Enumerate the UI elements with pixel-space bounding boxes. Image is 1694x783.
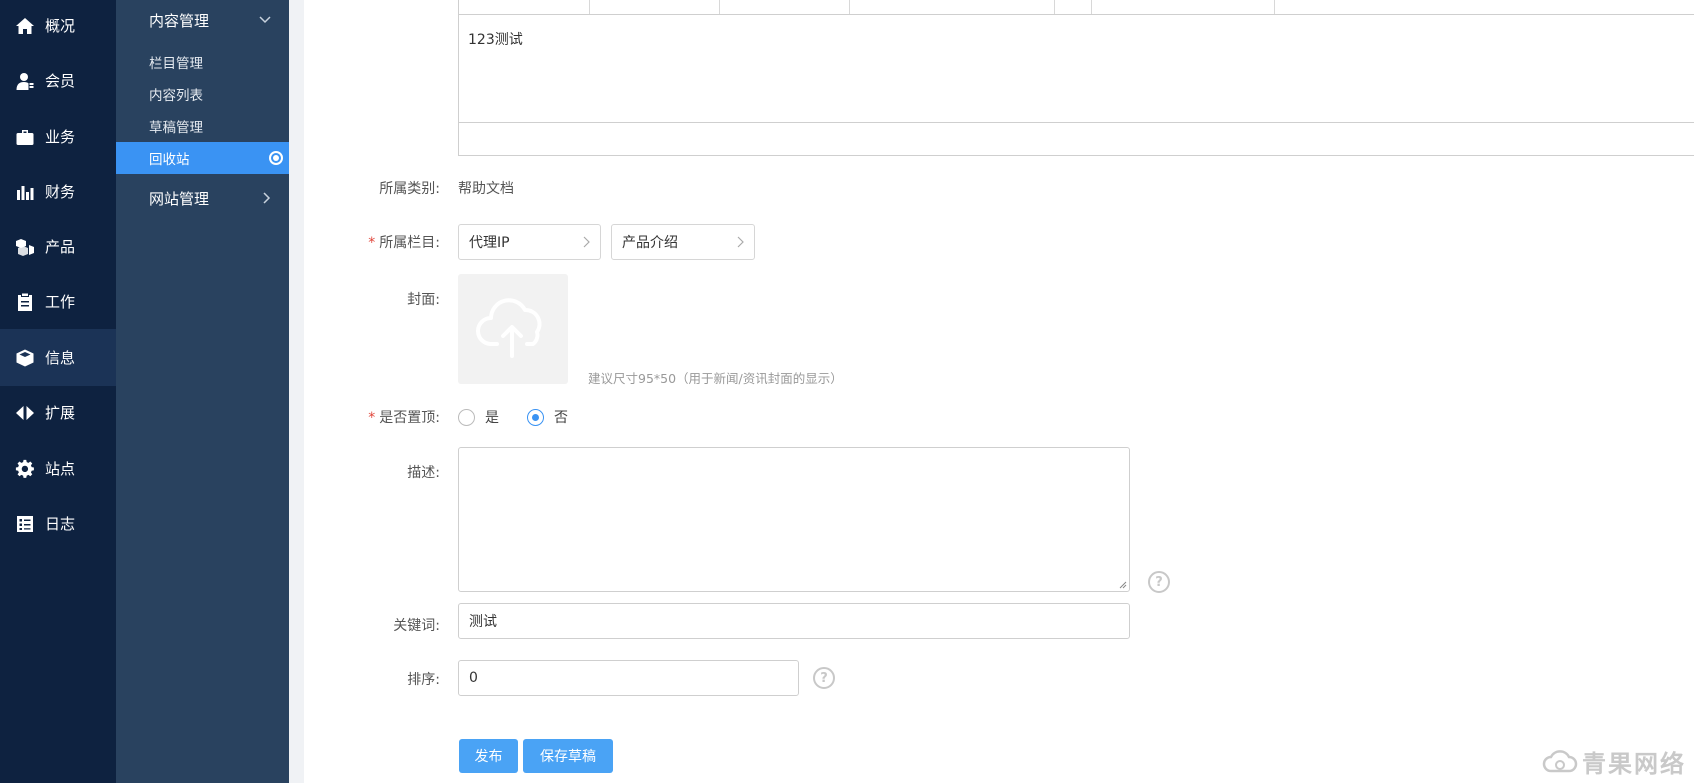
description-textarea[interactable]: [458, 447, 1130, 592]
cover-label: 封面:: [407, 292, 440, 308]
nav-item-label: 概况: [45, 17, 76, 35]
sidebar-item-draft-management[interactable]: 草稿管理: [116, 110, 289, 142]
sort-label: 排序:: [407, 672, 440, 688]
description-help-icon[interactable]: ?: [1148, 571, 1170, 593]
nav-item-label: 业务: [45, 128, 76, 146]
gear-icon: [14, 458, 36, 480]
nav-item-sites[interactable]: 站点: [0, 440, 116, 497]
main-content: 123测试 所属类别: 帮助文档 * 所属栏目: 代理IP 产品介绍 封面: 建议…: [304, 0, 1694, 783]
chevron-right-icon: [263, 178, 271, 218]
column-select-value: 代理IP: [469, 235, 510, 251]
nav-group-label: 网站管理: [149, 189, 210, 208]
sidebar-item-label: 回收站: [149, 152, 190, 168]
nav-item-label: 工作: [45, 293, 76, 311]
sidebar-item-content-list[interactable]: 内容列表: [116, 78, 289, 110]
chevron-down-icon: [259, 0, 271, 40]
primary-nav: 概况 会员 业务 财务 产品 工作 信息 扩展 站点 日志: [0, 0, 116, 783]
resize-handle-icon[interactable]: [1119, 581, 1127, 589]
nav-item-info[interactable]: 信息: [0, 329, 116, 386]
save-draft-button[interactable]: 保存草稿: [523, 739, 613, 773]
briefcase-icon: [14, 126, 36, 148]
keywords-input[interactable]: 测试: [458, 603, 1130, 639]
log-list-icon: [14, 513, 36, 535]
radio-circle: [458, 408, 475, 426]
nav-group-content-management[interactable]: 内容管理: [116, 0, 289, 40]
radio-circle: [527, 408, 544, 426]
sidebar-item-recycle-bin[interactable]: 回收站: [116, 142, 289, 174]
cover-size-hint: 建议尺寸95*50（用于新闻/资讯封面的显示）: [588, 371, 843, 386]
editor-content-area[interactable]: 123测试: [459, 15, 1694, 123]
sidebar-item-label: 内容列表: [149, 88, 203, 104]
nav-item-work[interactable]: 工作: [0, 273, 116, 330]
nav-item-logs[interactable]: 日志: [0, 495, 116, 552]
column-select-level-1[interactable]: 代理IP: [458, 224, 601, 260]
chevron-right-icon: [583, 225, 590, 259]
description-label: 描述:: [407, 465, 440, 481]
category-value: 帮助文档: [458, 181, 514, 197]
cubes-icon: [14, 236, 36, 258]
nav-item-label: 站点: [45, 460, 76, 478]
sort-help-icon[interactable]: ?: [813, 667, 835, 689]
secondary-nav: 内容管理 栏目管理 内容列表 草稿管理 回收站 网站管理: [116, 0, 289, 783]
required-mark: *: [368, 410, 376, 426]
cloud-upload-icon: [476, 298, 542, 358]
nav-item-label: 财务: [45, 183, 76, 201]
nav-item-label: 扩展: [45, 404, 76, 422]
category-label: 所属类别:: [379, 181, 440, 197]
publish-button[interactable]: 发布: [459, 739, 518, 773]
column-select-value: 产品介绍: [622, 235, 678, 251]
watermark: 青果网络: [1542, 744, 1686, 779]
keywords-label: 关键词:: [393, 618, 440, 634]
nav-item-products[interactable]: 产品: [0, 218, 116, 275]
nav-item-business[interactable]: 业务: [0, 108, 116, 165]
cloud-logo-icon: [1542, 749, 1578, 772]
editor-toolbar[interactable]: [459, 0, 1694, 15]
nav-item-label: 会员: [45, 72, 76, 90]
cube-icon: [14, 347, 36, 369]
nav-item-label: 日志: [45, 515, 76, 533]
arrows-horizontal-icon: [14, 402, 36, 424]
nav-group-site-management[interactable]: 网站管理: [116, 178, 289, 218]
nav-group-label: 内容管理: [149, 11, 210, 30]
active-indicator-icon: [269, 151, 283, 165]
nav-item-extensions[interactable]: 扩展: [0, 384, 116, 441]
sidebar-item-column-management[interactable]: 栏目管理: [116, 46, 289, 78]
pin-top-radio-no[interactable]: 否: [527, 407, 568, 427]
nav-item-overview[interactable]: 概况: [0, 0, 116, 54]
pin-top-radio-yes[interactable]: 是: [458, 407, 499, 427]
chevron-right-icon: [737, 225, 744, 259]
column-label: * 所属栏目:: [368, 235, 440, 251]
required-mark: *: [368, 235, 376, 251]
user-icon: [14, 70, 36, 92]
sidebar-item-label: 栏目管理: [149, 56, 203, 72]
column-select-level-2[interactable]: 产品介绍: [611, 224, 755, 260]
nav-item-label: 信息: [45, 349, 76, 367]
rich-text-editor: 123测试: [458, 0, 1694, 156]
nav-item-label: 产品: [45, 238, 76, 256]
pin-top-label: * 是否置顶:: [368, 410, 440, 426]
nav-item-finance[interactable]: 财务: [0, 163, 116, 220]
sidebar-item-label: 草稿管理: [149, 120, 203, 136]
bar-chart-icon: [14, 181, 36, 203]
home-icon: [14, 15, 36, 37]
clipboard-icon: [14, 291, 36, 313]
cover-upload[interactable]: [458, 274, 568, 384]
sort-input[interactable]: 0: [458, 660, 799, 696]
nav-item-members[interactable]: 会员: [0, 52, 116, 109]
